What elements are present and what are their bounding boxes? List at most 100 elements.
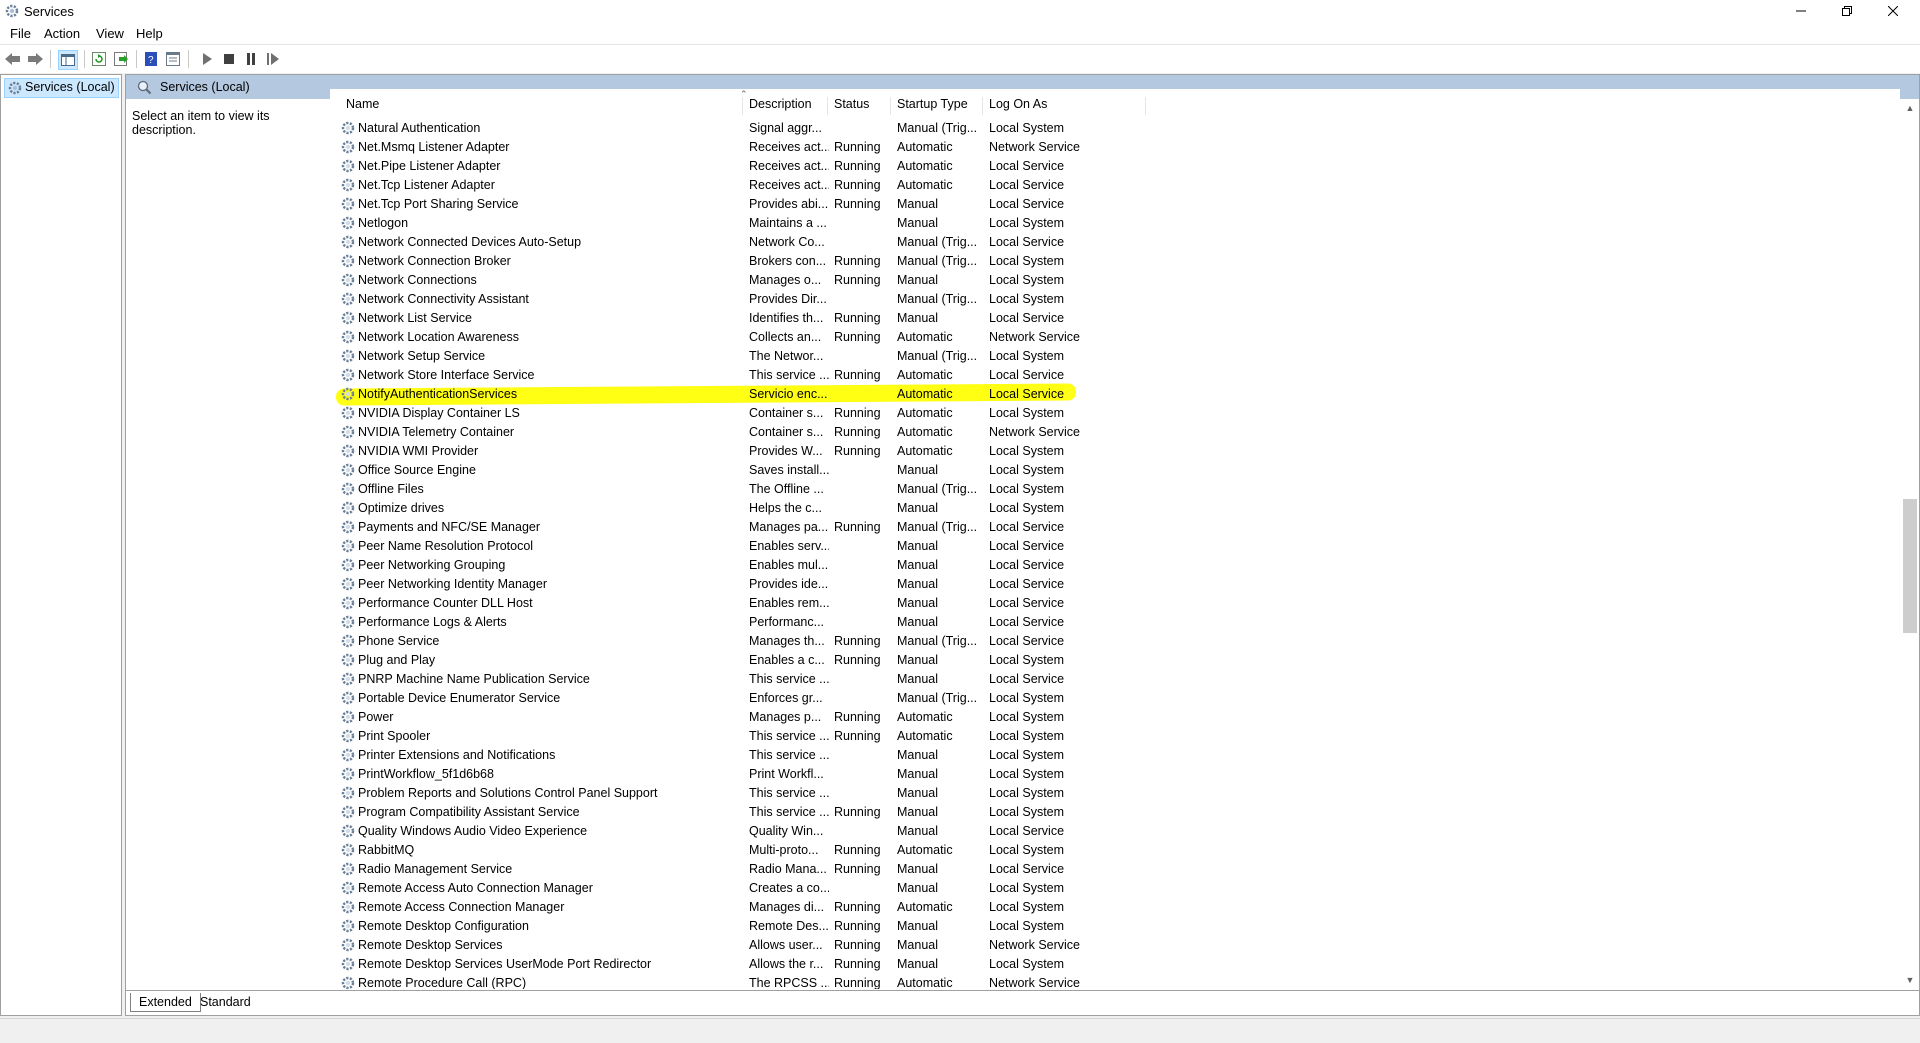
cell-logon: Local System: [989, 254, 1065, 268]
service-row[interactable]: Peer Networking Grouping Enables mul... Ma…: [330, 556, 1900, 575]
cell-name: Remote Access Auto Connection Manager: [358, 881, 593, 895]
cell-description: Enables mul...: [749, 558, 829, 572]
service-row[interactable]: Net.Msmq Listener Adapter Receives act...…: [330, 138, 1900, 157]
service-row[interactable]: Printer Extensions and Notifications This…: [330, 746, 1900, 765]
service-row[interactable]: Payments and NFC/SE Manager Manages pa...…: [330, 518, 1900, 537]
service-row[interactable]: Plug and Play Enables a c... Running Manual…: [330, 651, 1900, 670]
menu-view[interactable]: View: [96, 26, 124, 41]
scroll-thumb[interactable]: [1903, 499, 1917, 633]
service-row[interactable]: Power Manages p... Running Automatic Local S…: [330, 708, 1900, 727]
scroll-down-button[interactable]: ▼: [1901, 971, 1919, 989]
service-row[interactable]: Peer Name Resolution Protocol Enables ser…: [330, 537, 1900, 556]
cell-description: Maintains a ...: [749, 216, 827, 230]
service-row[interactable]: Net.Pipe Listener Adapter Receives act...…: [330, 157, 1900, 176]
pause-service-button[interactable]: [242, 50, 260, 68]
start-service-button[interactable]: [198, 50, 216, 68]
menu-help[interactable]: Help: [136, 26, 163, 41]
restore-button[interactable]: [1824, 0, 1870, 22]
cell-startup: Automatic: [897, 729, 953, 743]
service-row[interactable]: PNRP Machine Name Publication Service Thi…: [330, 670, 1900, 689]
cell-status: Running: [834, 406, 881, 420]
service-row[interactable]: NotifyAuthenticationServices Servicio enc…: [330, 385, 1900, 404]
cell-status: Running: [834, 843, 881, 857]
column-header-startup-type[interactable]: Startup Type: [891, 97, 983, 115]
cell-description: The Offline ...: [749, 482, 824, 496]
service-row[interactable]: Net.Tcp Port Sharing Service Provides abi…: [330, 195, 1900, 214]
service-row[interactable]: Remote Desktop Configuration Remote Des..…: [330, 917, 1900, 936]
column-header-description[interactable]: Description: [743, 97, 828, 115]
service-row[interactable]: Network Store Interface Service This serv…: [330, 366, 1900, 385]
cell-logon: Local Service: [989, 178, 1065, 192]
service-row[interactable]: Remote Procedure Call (RPC) The RPCSS ...…: [330, 974, 1900, 989]
cell-logon: Local System: [989, 691, 1065, 705]
service-row[interactable]: Problem Reports and Solutions Control Pa…: [330, 784, 1900, 803]
service-row[interactable]: Office Source Engine Saves install... Manu…: [330, 461, 1900, 480]
service-gear-icon: [341, 710, 355, 724]
cell-startup: Automatic: [897, 140, 953, 154]
service-row[interactable]: Remote Desktop Services UserMode Port Re…: [330, 955, 1900, 974]
tab-standard[interactable]: Standard: [192, 993, 259, 1011]
service-row[interactable]: NVIDIA Telemetry Container Container s...…: [330, 423, 1900, 442]
service-row[interactable]: Remote Access Auto Connection Manager Cre…: [330, 879, 1900, 898]
cell-startup: Manual: [897, 311, 938, 325]
service-row[interactable]: PrintWorkflow_5f1d6b68 Print Workfl... Man…: [330, 765, 1900, 784]
services-list[interactable]: ⌃ Name Description Status Startup Type L…: [330, 89, 1900, 989]
service-row[interactable]: Performance Counter DLL Host Enables rem.…: [330, 594, 1900, 613]
service-row[interactable]: Network Connected Devices Auto-Setup Netw…: [330, 233, 1900, 252]
menu-file[interactable]: File: [10, 26, 31, 41]
service-row[interactable]: Network List Service Identifies th... Runn…: [330, 309, 1900, 328]
cell-startup: Manual (Trig...: [897, 292, 978, 306]
service-row[interactable]: Network Connectivity Assistant Provides D…: [330, 290, 1900, 309]
column-header-status[interactable]: Status: [828, 97, 891, 115]
service-row[interactable]: Phone Service Manages th... Running Manual …: [330, 632, 1900, 651]
service-row[interactable]: NVIDIA WMI Provider Provides W... Running A…: [330, 442, 1900, 461]
service-row[interactable]: Optimize drives Helps the c... Manual Local…: [330, 499, 1900, 518]
services-gear-icon: [8, 81, 22, 95]
service-row[interactable]: Net.Tcp Listener Adapter Receives act... R…: [330, 176, 1900, 195]
cell-startup: Automatic: [897, 843, 953, 857]
close-button[interactable]: [1870, 0, 1916, 22]
cell-startup: Manual (Trig...: [897, 691, 978, 705]
service-row[interactable]: Remote Access Connection Manager Manages …: [330, 898, 1900, 917]
menu-action[interactable]: Action: [44, 26, 80, 41]
service-row[interactable]: Radio Management Service Radio Mana... Run…: [330, 860, 1900, 879]
service-row[interactable]: RabbitMQ Multi-proto... Running Automatic Lo…: [330, 841, 1900, 860]
service-row[interactable]: Network Setup Service The Networ... Manual…: [330, 347, 1900, 366]
cell-status: Running: [834, 311, 881, 325]
service-row[interactable]: Print Spooler This service ... Running Auto…: [330, 727, 1900, 746]
service-row[interactable]: Natural Authentication Signal aggr... Manu…: [330, 119, 1900, 138]
service-row[interactable]: Offline Files The Offline ... Manual (Trig…: [330, 480, 1900, 499]
service-row[interactable]: Performance Logs & Alerts Performanc... Ma…: [330, 613, 1900, 632]
service-row[interactable]: Program Compatibility Assistant Service T…: [330, 803, 1900, 822]
service-row[interactable]: Network Location Awareness Collects an...…: [330, 328, 1900, 347]
service-row[interactable]: Network Connection Broker Brokers con... R…: [330, 252, 1900, 271]
column-header-name[interactable]: Name: [330, 97, 743, 115]
service-row[interactable]: Peer Networking Identity Manager Provides…: [330, 575, 1900, 594]
column-header-log-on-as[interactable]: Log On As: [983, 97, 1146, 115]
minimize-button[interactable]: [1778, 0, 1824, 22]
show-hide-console-tree-button[interactable]: [58, 50, 78, 70]
back-button[interactable]: [4, 50, 22, 68]
tree-node-services-local[interactable]: Services (Local): [4, 78, 119, 98]
cell-name: Network Location Awareness: [358, 330, 519, 344]
service-row[interactable]: NVIDIA Display Container LS Container s..…: [330, 404, 1900, 423]
console-tree-icon: [61, 54, 75, 66]
stop-service-button[interactable]: [220, 50, 238, 68]
scroll-up-button[interactable]: ▲: [1901, 99, 1919, 117]
forward-button[interactable]: [26, 50, 44, 68]
service-row[interactable]: Network Connections Manages o... Running Ma…: [330, 271, 1900, 290]
service-row[interactable]: Quality Windows Audio Video Experience Qu…: [330, 822, 1900, 841]
vertical-scrollbar[interactable]: ▲ ▼: [1901, 99, 1919, 989]
service-row[interactable]: Remote Desktop Services Allows user... Run…: [330, 936, 1900, 955]
export-list-button[interactable]: [112, 50, 130, 68]
cell-startup: Manual: [897, 216, 938, 230]
service-row[interactable]: Netlogon Maintains a ... Manual Local Syste…: [330, 214, 1900, 233]
refresh-button[interactable]: [90, 50, 108, 68]
service-row[interactable]: Portable Device Enumerator Service Enforc…: [330, 689, 1900, 708]
service-gear-icon: [341, 824, 355, 838]
service-gear-icon: [341, 311, 355, 325]
help-button[interactable]: ?: [142, 50, 160, 68]
properties-button[interactable]: [164, 50, 182, 68]
tab-extended[interactable]: Extended: [130, 993, 201, 1012]
restart-service-button[interactable]: [264, 50, 282, 68]
